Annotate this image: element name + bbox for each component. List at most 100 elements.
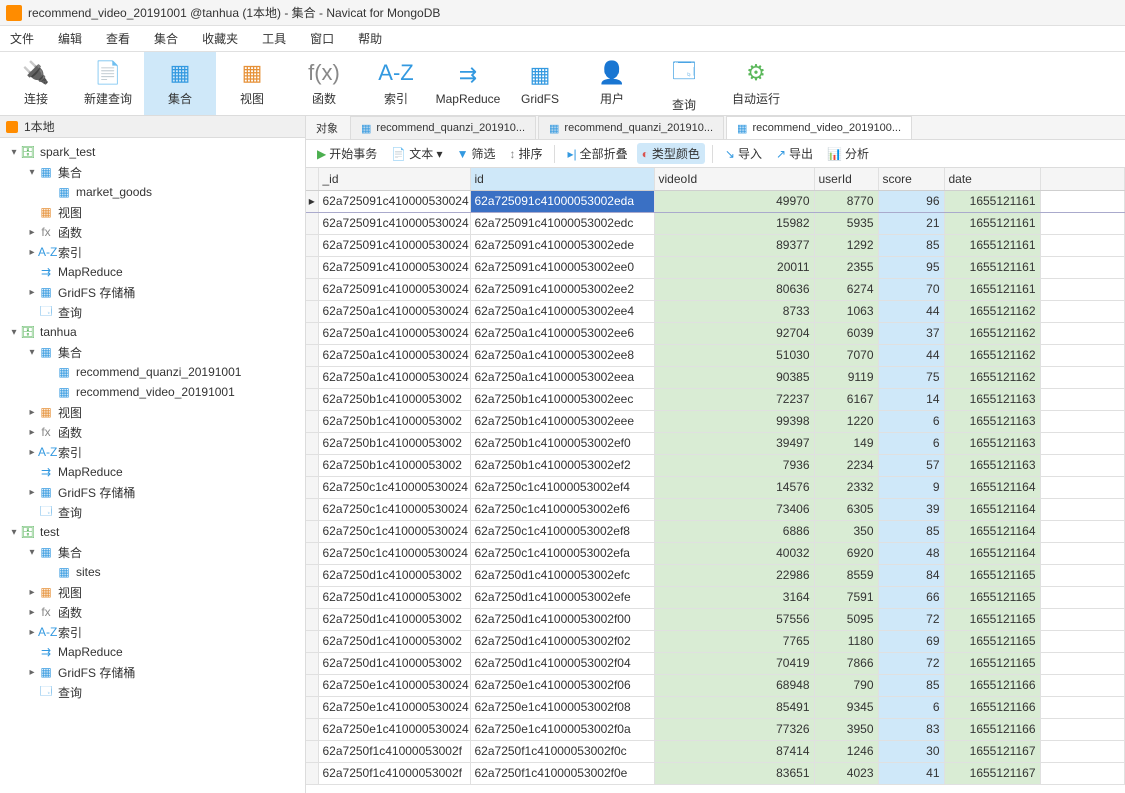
- cell[interactable]: 39: [878, 498, 944, 520]
- menu-1[interactable]: 编辑: [58, 30, 82, 47]
- cell[interactable]: 62a7250d1c41000053002efe: [470, 586, 654, 608]
- tree-node[interactable]: ▸▦GridFS 存储桶: [0, 662, 305, 682]
- tab[interactable]: 对象: [306, 116, 348, 139]
- table-row[interactable]: 62a725091c41000053002462a725091c41000053…: [306, 212, 1125, 234]
- tree-toggle[interactable]: ▸: [26, 487, 38, 498]
- cell[interactable]: 350: [814, 520, 878, 542]
- table-row[interactable]: 62a7250f1c41000053002f62a7250f1c41000053…: [306, 762, 1125, 784]
- cell[interactable]: 85: [878, 520, 944, 542]
- cell[interactable]: 14: [878, 388, 944, 410]
- tab[interactable]: ▦recommend_video_2019100...: [726, 116, 912, 139]
- cell[interactable]: 62a7250f1c41000053002f0c: [470, 740, 654, 762]
- cell[interactable]: 62a7250b1c41000053002ef2: [470, 454, 654, 476]
- cell[interactable]: 62a725091c41000053002edc: [470, 212, 654, 234]
- tree-node[interactable]: ▸fx函数: [0, 602, 305, 622]
- toolbar-集合[interactable]: ▦集合: [144, 52, 216, 115]
- gridtool-0[interactable]: ▶开始事务: [312, 143, 382, 164]
- cell[interactable]: [1040, 564, 1125, 586]
- cell[interactable]: 62a7250d1c41000053002efc: [470, 564, 654, 586]
- cell[interactable]: 62a7250a1c410000530024: [318, 322, 470, 344]
- cell[interactable]: [1040, 300, 1125, 322]
- cell[interactable]: 1655121166: [944, 718, 1040, 740]
- cell[interactable]: 62a7250a1c410000530024: [318, 344, 470, 366]
- cell[interactable]: 62a7250d1c41000053002: [318, 564, 470, 586]
- tree-toggle[interactable]: ▸: [26, 427, 38, 438]
- cell[interactable]: 62a7250b1c41000053002: [318, 454, 470, 476]
- cell[interactable]: 9: [878, 476, 944, 498]
- tree-toggle[interactable]: ▸: [26, 287, 38, 298]
- tree-node[interactable]: ▾🗄test: [0, 522, 305, 542]
- toolbar-索引[interactable]: A-Z索引: [360, 52, 432, 115]
- cell[interactable]: 1655121163: [944, 388, 1040, 410]
- cell[interactable]: 57: [878, 454, 944, 476]
- cell[interactable]: 7866: [814, 652, 878, 674]
- table-row[interactable]: 62a7250c1c41000053002462a7250c1c41000053…: [306, 498, 1125, 520]
- cell[interactable]: 62a725091c410000530024: [318, 190, 470, 212]
- tree-node[interactable]: ▦视图: [0, 202, 305, 222]
- cell[interactable]: 62a7250c1c41000053002efa: [470, 542, 654, 564]
- gridtool-10[interactable]: 📊分析: [822, 143, 874, 164]
- cell[interactable]: 62a7250d1c41000053002f02: [470, 630, 654, 652]
- tree-node[interactable]: ▸▦GridFS 存储桶: [0, 282, 305, 302]
- cell[interactable]: 62a7250c1c410000530024: [318, 542, 470, 564]
- tree-toggle[interactable]: ▾: [8, 147, 20, 158]
- table-row[interactable]: 62a7250a1c41000053002462a7250a1c41000053…: [306, 344, 1125, 366]
- cell[interactable]: 80636: [654, 278, 814, 300]
- header-row[interactable]: _id id videoId userId score date: [306, 168, 1125, 190]
- toolbar-查询[interactable]: 🗔查询: [648, 52, 720, 115]
- cell[interactable]: 6: [878, 696, 944, 718]
- cell[interactable]: 8770: [814, 190, 878, 212]
- cell[interactable]: 62a725091c41000053002ee0: [470, 256, 654, 278]
- tree-node[interactable]: ▦recommend_quanzi_20191001: [0, 362, 305, 382]
- cell[interactable]: 62a725091c410000530024: [318, 256, 470, 278]
- cell[interactable]: 89377: [654, 234, 814, 256]
- cell[interactable]: [1040, 256, 1125, 278]
- gridtool-1[interactable]: 📄文本 ▾: [386, 143, 447, 164]
- toolbar-用户[interactable]: 👤用户: [576, 52, 648, 115]
- tree-node[interactable]: 🗔查询: [0, 302, 305, 322]
- cell[interactable]: 8733: [654, 300, 814, 322]
- cell[interactable]: 62a7250d1c41000053002: [318, 608, 470, 630]
- cell[interactable]: 62a7250c1c410000530024: [318, 498, 470, 520]
- cell[interactable]: 3950: [814, 718, 878, 740]
- toolbar-函数[interactable]: f(x)函数: [288, 52, 360, 115]
- cell[interactable]: 72: [878, 652, 944, 674]
- table-row[interactable]: 62a7250d1c4100005300262a7250d1c410000530…: [306, 586, 1125, 608]
- col-_id[interactable]: _id: [318, 168, 470, 190]
- cell[interactable]: 62a7250b1c41000053002eee: [470, 410, 654, 432]
- table-row[interactable]: 62a7250d1c4100005300262a7250d1c410000530…: [306, 564, 1125, 586]
- gridtool-8[interactable]: ↘导入: [720, 143, 767, 164]
- cell[interactable]: 62a7250b1c41000053002: [318, 410, 470, 432]
- cell[interactable]: 1063: [814, 300, 878, 322]
- cell[interactable]: 62a7250f1c41000053002f0e: [470, 762, 654, 784]
- cell[interactable]: 62a7250c1c41000053002ef8: [470, 520, 654, 542]
- tab[interactable]: ▦recommend_quanzi_201910...: [538, 116, 724, 139]
- cell[interactable]: [1040, 410, 1125, 432]
- cell[interactable]: 8559: [814, 564, 878, 586]
- table-row[interactable]: 62a725091c41000053002462a725091c41000053…: [306, 256, 1125, 278]
- tree-node[interactable]: ▸▦视图: [0, 402, 305, 422]
- table-row[interactable]: 62a7250b1c4100005300262a7250b1c410000530…: [306, 432, 1125, 454]
- table-row[interactable]: 62a7250e1c41000053002462a7250e1c41000053…: [306, 696, 1125, 718]
- cell[interactable]: [1040, 498, 1125, 520]
- cell[interactable]: 62a7250f1c41000053002f: [318, 740, 470, 762]
- cell[interactable]: 2332: [814, 476, 878, 498]
- cell[interactable]: 99398: [654, 410, 814, 432]
- tree-node[interactable]: ▾▦集合: [0, 542, 305, 562]
- cell[interactable]: 2234: [814, 454, 878, 476]
- cell[interactable]: 1246: [814, 740, 878, 762]
- toolbar-自动运行[interactable]: ⚙自动运行: [720, 52, 792, 115]
- table-row[interactable]: 62a7250c1c41000053002462a7250c1c41000053…: [306, 542, 1125, 564]
- cell[interactable]: 6: [878, 432, 944, 454]
- cell[interactable]: 7070: [814, 344, 878, 366]
- toolbar-连接[interactable]: 🔌连接: [0, 52, 72, 115]
- table-row[interactable]: 62a725091c41000053002462a725091c41000053…: [306, 234, 1125, 256]
- cell[interactable]: 51030: [654, 344, 814, 366]
- cell[interactable]: 4023: [814, 762, 878, 784]
- cell[interactable]: 77326: [654, 718, 814, 740]
- cell[interactable]: 1655121161: [944, 256, 1040, 278]
- cell[interactable]: 72237: [654, 388, 814, 410]
- cell[interactable]: [1040, 718, 1125, 740]
- tree-node[interactable]: ⇉MapReduce: [0, 642, 305, 662]
- tree-node[interactable]: ▾🗄tanhua: [0, 322, 305, 342]
